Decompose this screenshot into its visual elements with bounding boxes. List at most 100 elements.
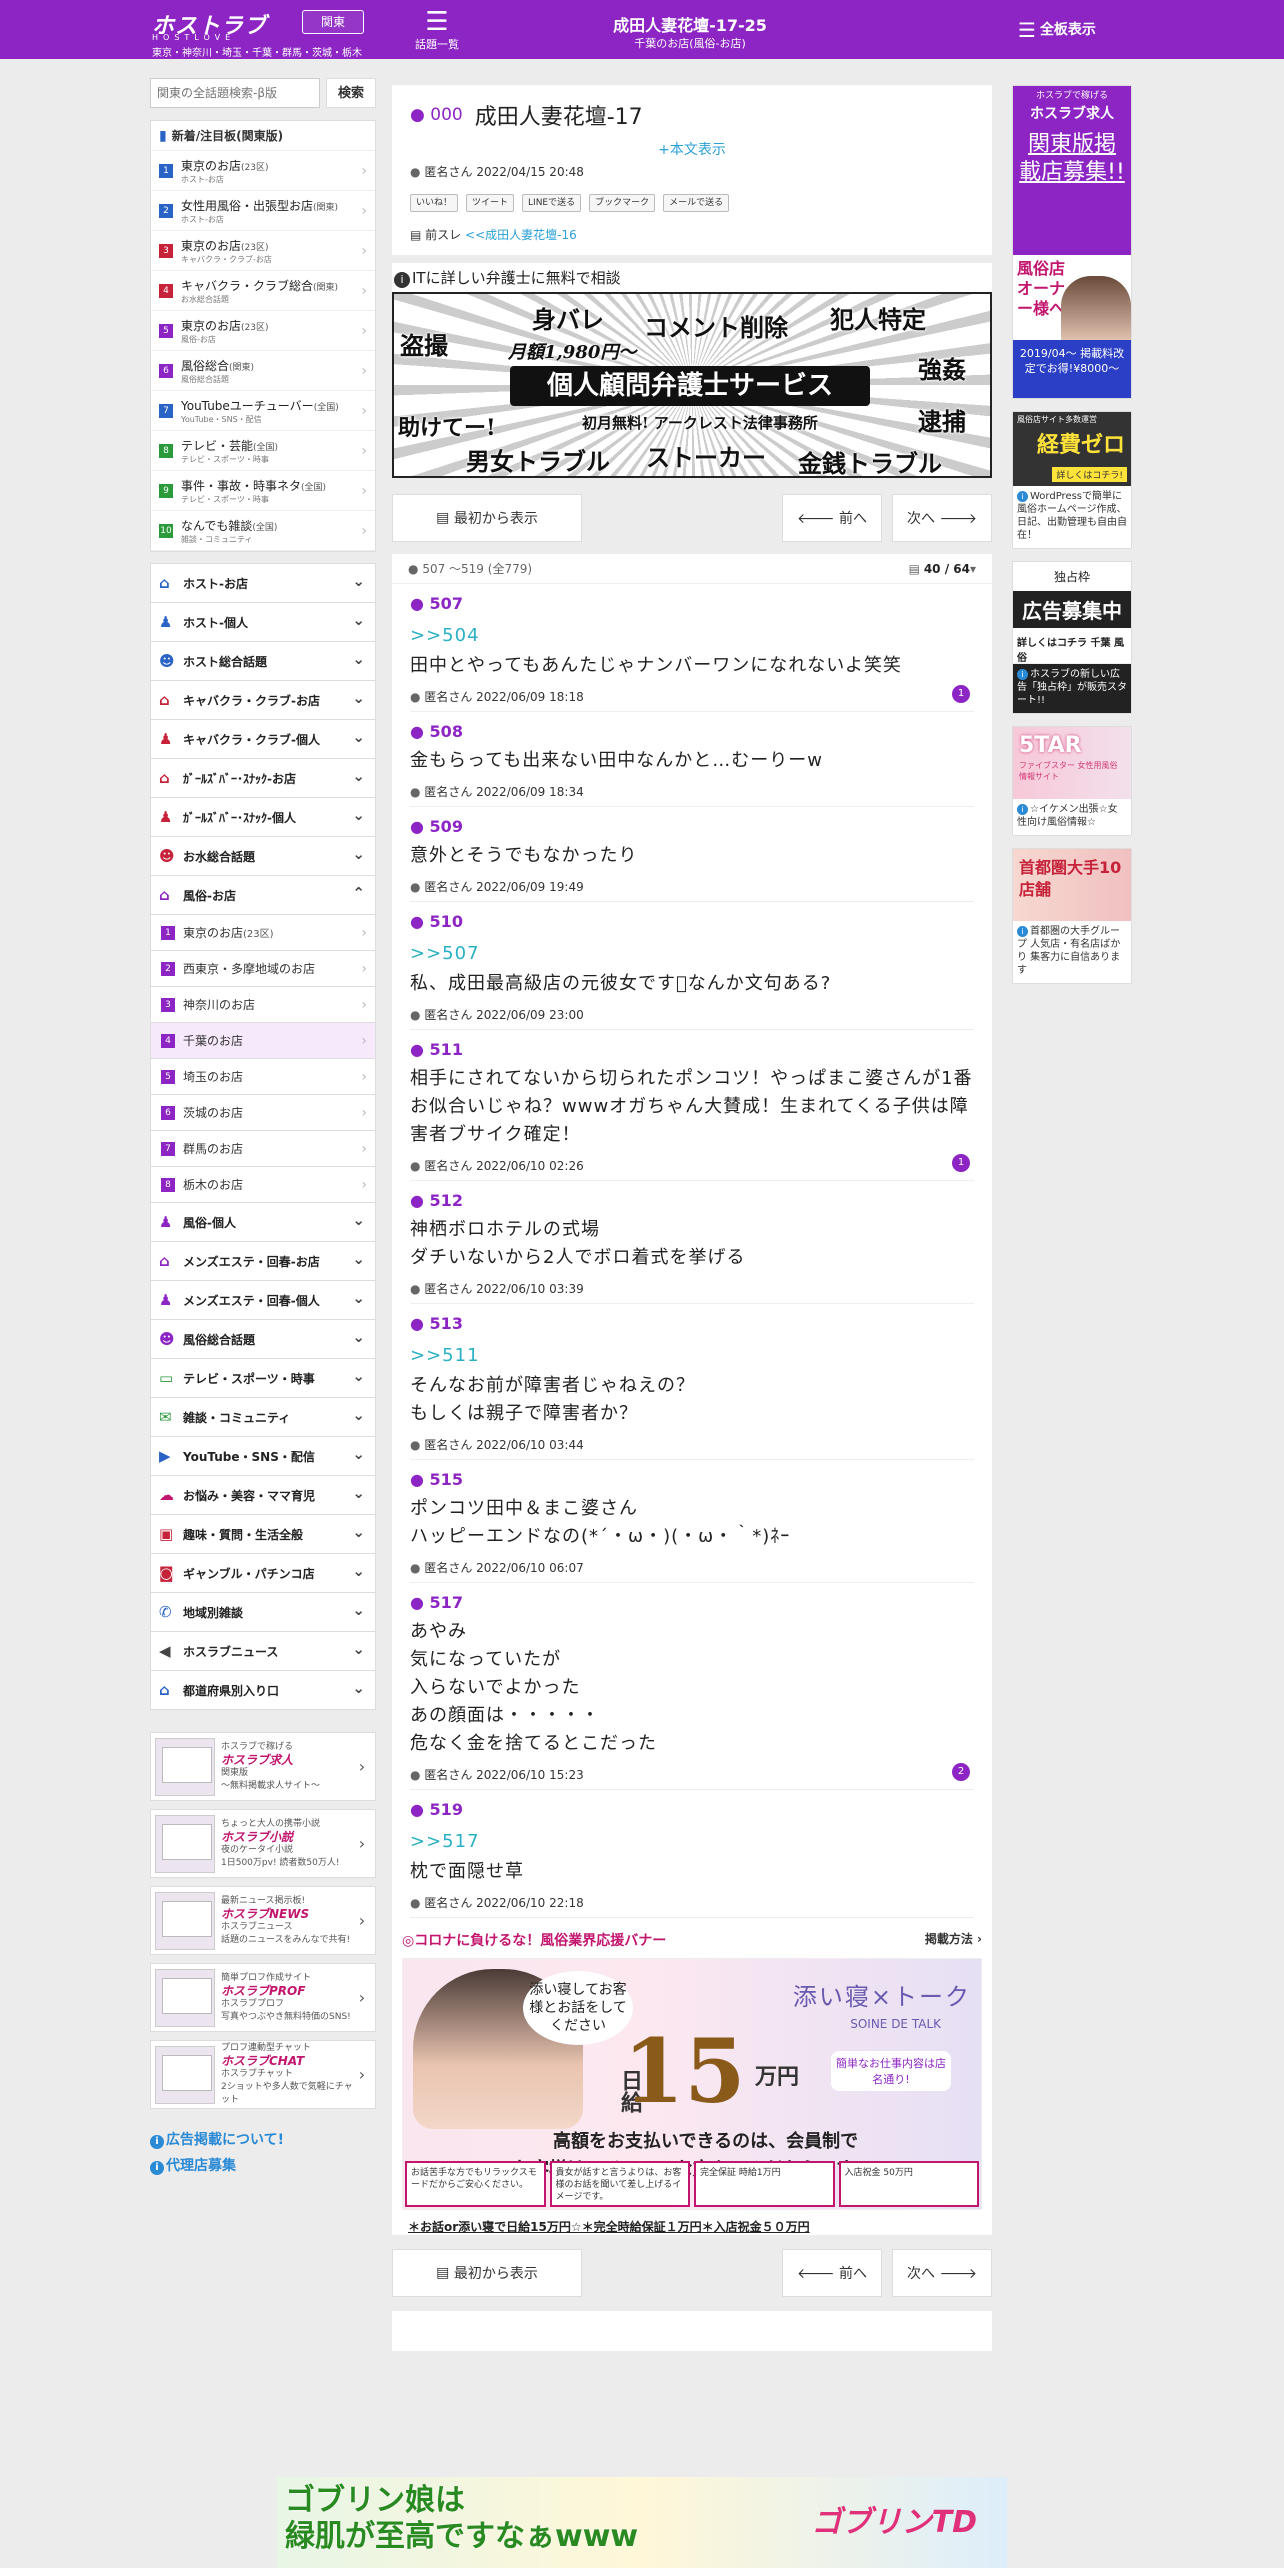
fivestar-ad[interactable]: 5TAR ファイブスター 女性用風俗情報サイト i ☆イケメン出張☆女性向け風俗情… [1012,726,1132,836]
post-number[interactable]: ● 508 [410,722,974,741]
lawyer-ad-banner[interactable]: 身バレ コメント削除 犯人特定 盗撮 月額1,980円〜 強姦 個人顧問弁護士サ… [392,292,992,478]
show-body-link[interactable]: +本文表示 [410,139,974,159]
promo-banner[interactable]: ちょっと大人の携帯小説 ホスラブ小説 夜のケータイ小説 1日500万pv! 読者… [150,1809,376,1878]
subcategory-item[interactable]: 5 埼玉のお店 › [150,1058,376,1095]
post-number[interactable]: ● 519 [410,1800,974,1819]
category-item[interactable]: ☻ 風俗総合話題 ⌄ [150,1319,376,1359]
promo-banner[interactable]: ホスラブで稼げる ホスラブ求人 関東版 〜無料掲載求人サイト〜 › [150,1732,376,1801]
reply-anchor-link[interactable]: >>504 [410,625,974,646]
category-item[interactable]: ⌂ 都道府県別入り口 ⌄ [150,1670,376,1710]
category-item[interactable]: ◀ ホスラブニュース ⌄ [150,1631,376,1671]
category-item[interactable]: ⌂ キャバクラ・クラブ-お店 ⌄ [150,680,376,720]
info-icon: i [150,2135,164,2149]
mail-share-button[interactable]: メールで送る [663,194,730,212]
soine-ad-caption[interactable]: ＊お話or添い寝で日給15万円☆＊完全時給保証１万円＊入店祝金５０万円 [408,2218,976,2235]
ranking-item[interactable]: 4 キャバクラ・クラブ総合(関東) お水総合話題 › [151,271,375,311]
category-item[interactable]: ⌂ 風俗-お店 ⌃ [150,875,376,915]
search-input[interactable] [150,78,320,108]
bottom-fixed-ad[interactable]: ゴブリン娘は 緑肌が至高ですなぁwww ゴブリンTD [277,2477,1007,2568]
facebook-like-button[interactable]: いいね！ [410,194,459,212]
fivestar-ad-image: 5TAR ファイブスター 女性用風俗情報サイト [1013,727,1131,799]
first-page-button[interactable]: ▤ 最初から表示 [392,2249,582,2297]
category-item[interactable]: ♟ キャバクラ・クラブ-個人 ⌄ [150,719,376,759]
category-item[interactable]: ♟ ホスト-個人 ⌄ [150,602,376,642]
all-boards-button[interactable]: ☰ 全板表示 [1018,18,1096,42]
category-item[interactable]: ♟ 風俗-個人 ⌄ [150,1202,376,1242]
promo-banner[interactable]: 簡単プロフ作成サイト ホスラブPROF ホスラブプロフ 写真やつぶやき無料特価の… [150,1963,376,2032]
hostlove-recruit-ad[interactable]: ホスラブで稼げる ホスラブ求人 関東版掲載店募集!! 風俗店オーナー様へ 201… [1012,85,1132,399]
exclusive-ad[interactable]: 独占枠 広告募集中 詳しくはコチラ 千葉 風俗 i ホスラブの新しい広告「独占枠」… [1012,561,1132,714]
first-page-button[interactable]: ▤ 最初から表示 [392,494,582,542]
category-item[interactable]: ☻ お水総合話題 ⌄ [150,836,376,876]
ranking-item[interactable]: 5 東京のお店(23区) 風俗-お店 › [151,311,375,351]
ranking-item[interactable]: 7 YouTubeユーチューバー(全国) YouTube・SNS・配信 › [151,391,375,431]
page-selector[interactable]: ▤ 40 / 64▾ [909,562,976,576]
post-number[interactable]: ● 510 [410,912,974,931]
ranking-item[interactable]: 2 女性用風俗・出張型お店(関東) ホスト-お店 › [151,191,375,231]
soine-ad-banner[interactable]: 添い寝してお客様とお話をしてください 日給 15 万円 添い寝×トーク SOIN… [402,1958,982,2210]
post-number[interactable]: ● 513 [410,1314,974,1333]
listing-method-link[interactable]: 掲載方法 › [925,1930,982,1950]
subcategory-item[interactable]: 4 千葉のお店 › [150,1022,376,1059]
category-item[interactable]: ◙ ギャンブル・パチンコ店 ⌄ [150,1553,376,1593]
ranking-count: (全国) [313,402,339,413]
region-button[interactable]: 関東 [302,10,364,34]
category-item[interactable]: ✆ 地域別雑談 ⌄ [150,1592,376,1632]
category-item[interactable]: ✉ 雑談・コミュニティ ⌄ [150,1397,376,1437]
category-icon: ☁ [159,1486,174,1504]
subcategory-item[interactable]: 2 西東京・多摩地域のお店 › [150,950,376,987]
next-page-button[interactable]: 次へ 🡒 [892,494,992,542]
tweet-button[interactable]: ツイート [466,194,515,212]
category-item[interactable]: ♟ メンズエステ・回春-個人 ⌄ [150,1280,376,1320]
post-number[interactable]: ● 517 [410,1593,974,1612]
post-number[interactable]: ● 511 [410,1040,974,1059]
user-icon: ● [410,1896,421,1910]
category-item[interactable]: ☻ ホスト総合話題 ⌄ [150,641,376,681]
post-number[interactable]: ● 509 [410,817,974,836]
prev-page-button[interactable]: 🡐 前へ [782,2249,882,2297]
reply-count-badge[interactable]: 1 [952,1154,970,1172]
ranking-item[interactable]: 8 テレビ・芸能(全国) テレビ・スポーツ・時事 › [151,431,375,471]
agency-link[interactable]: i 代理店募集 [150,2155,376,2175]
ad-info-link[interactable]: i 広告掲載について! [150,2129,376,2149]
bottom-ad-line-1: ゴブリン娘は [285,2483,465,2518]
subcategory-item[interactable]: 8 栃木のお店 › [150,1166,376,1203]
prev-thread-link[interactable]: <<成田人妻花壇-16 [465,228,577,242]
ranking-item[interactable]: 10 なんでも雑談(全国) 雑談・コミュニティ › [151,511,375,551]
category-item[interactable]: ▶ YouTube・SNS・配信 ⌄ [150,1436,376,1476]
category-item[interactable]: ♟ ｶﾞｰﾙｽﾞﾊﾞｰ･ｽﾅｯｸ-個人 ⌄ [150,797,376,837]
category-item[interactable]: ▣ 趣味・質問・生活全般 ⌄ [150,1514,376,1554]
line-share-button[interactable]: LINEで送る [522,194,582,212]
ranking-item[interactable]: 6 風俗総合(関東) 風俗総合話題 › [151,351,375,391]
keihi-zero-ad[interactable]: 風俗店サイト多数運営 経費ゼロ 詳しくはコチラ! i WordPressで簡単に風… [1012,411,1132,549]
post-number[interactable]: ● 515 [410,1470,974,1489]
post-number[interactable]: ● 512 [410,1191,974,1210]
ranking-item[interactable]: 1 東京のお店(23区) ホスト-お店 › [151,151,375,191]
metro-ad[interactable]: 首都圏大手10店舗 i 首都圏の大手グループ 人気店・有名店ばかり 集客力に自信あ… [1012,848,1132,984]
category-item[interactable]: ☁ お悩み・美容・ママ育児 ⌄ [150,1475,376,1515]
promo-banner[interactable]: 最新ニュース掲示板! ホスラブNEWS ホスラブニュース 話題のニュースをみんな… [150,1886,376,1955]
search-button[interactable]: 検索 [326,78,376,108]
category-item[interactable]: ⌂ ホスト-お店 ⌄ [150,563,376,603]
ranking-item[interactable]: 9 事件・事故・時事ネタ(全国) テレビ・スポーツ・時事 › [151,471,375,511]
bookmark-button[interactable]: ブックマーク [589,194,656,212]
category-item[interactable]: ⌂ メンズエステ・回春-お店 ⌄ [150,1241,376,1281]
next-page-button[interactable]: 次へ 🡒 [892,2249,992,2297]
reply-count-badge[interactable]: 1 [952,685,970,703]
reply-anchor-link[interactable]: >>517 [410,1831,974,1852]
prev-page-button[interactable]: 🡐 前へ [782,494,882,542]
reply-count-badge[interactable]: 2 [952,1763,970,1781]
ad-big-text: 関東版掲載店募集!! [1013,127,1131,255]
topics-list-button[interactable]: ☰ 話題一覧 [412,8,462,52]
category-item[interactable]: ▭ テレビ・スポーツ・時事 ⌄ [150,1358,376,1398]
subcategory-item[interactable]: 7 群馬のお店 › [150,1130,376,1167]
category-item[interactable]: ⌂ ｶﾞｰﾙｽﾞﾊﾞｰ･ｽﾅｯｸ-お店 ⌄ [150,758,376,798]
ranking-item[interactable]: 3 東京のお店(23区) キャバクラ・クラブ-お店 › [151,231,375,271]
subcategory-item[interactable]: 3 神奈川のお店 › [150,986,376,1023]
subcategory-item[interactable]: 1 東京のお店 (23区) › [150,914,376,951]
reply-anchor-link[interactable]: >>511 [410,1345,974,1366]
promo-banner[interactable]: プロフ連動型チャット ホスラブCHAT ホスラブチャット 2ショットや多人数で気… [150,2040,376,2109]
reply-anchor-link[interactable]: >>507 [410,943,974,964]
subcategory-item[interactable]: 6 茨城のお店 › [150,1094,376,1131]
post-number[interactable]: ● 507 [410,594,974,613]
